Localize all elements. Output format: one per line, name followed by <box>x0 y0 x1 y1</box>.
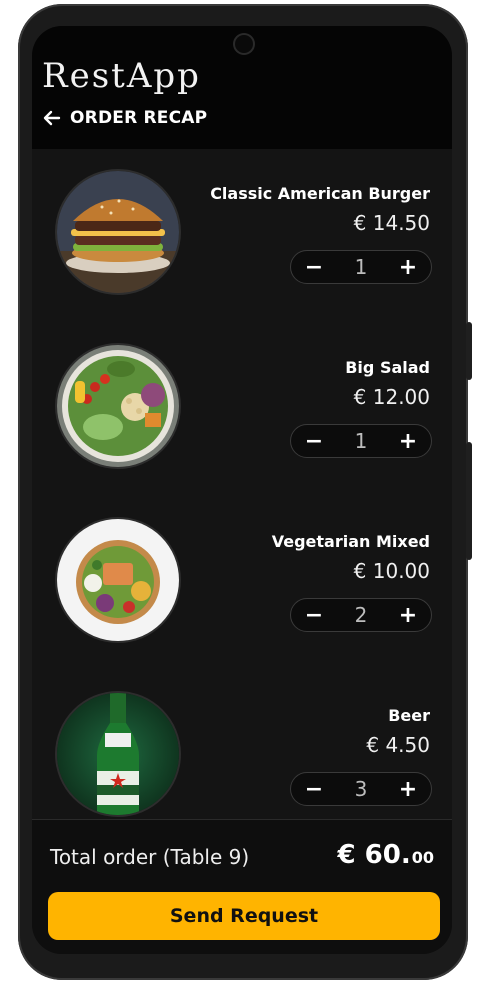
total-amount: € 60. 00 <box>338 840 434 870</box>
quantity-stepper: − 1 + <box>290 424 432 458</box>
item-price: € 12.00 <box>353 385 430 409</box>
order-list[interactable]: Classic American Burger € 14.50 − 1 + Bi… <box>32 149 452 819</box>
page-title: ORDER RECAP <box>70 108 208 128</box>
increase-button[interactable]: + <box>385 599 431 631</box>
order-footer: Total order (Table 9) € 60. 00 Send Requ… <box>32 819 452 954</box>
beer-bottle-image <box>57 693 179 815</box>
decrease-button[interactable]: − <box>291 251 337 283</box>
increase-button[interactable]: + <box>385 773 431 805</box>
item-price: € 4.50 <box>366 733 430 757</box>
order-item: Vegetarian Mixed € 10.00 − 2 + <box>32 497 452 657</box>
total-label: Total order (Table 9) <box>50 845 250 869</box>
quantity-value: 1 <box>354 429 368 453</box>
total-amount-cents: 00 <box>411 848 434 867</box>
order-item: Beer € 4.50 − 3 + <box>32 671 452 831</box>
volume-button <box>466 322 472 380</box>
salad-image <box>57 345 179 467</box>
total-amount-main: € 60. <box>337 840 411 870</box>
vegetarian-bowl-image <box>57 519 179 641</box>
item-name: Big Salad <box>345 358 430 377</box>
item-price: € 14.50 <box>353 211 430 235</box>
app-brand: RestApp <box>42 56 201 96</box>
item-name: Vegetarian Mixed <box>271 532 430 551</box>
back-nav[interactable]: ORDER RECAP <box>42 108 207 128</box>
decrease-button[interactable]: − <box>291 599 337 631</box>
power-button <box>466 442 472 560</box>
quantity-stepper: − 1 + <box>290 250 432 284</box>
send-request-button[interactable]: Send Request <box>48 892 440 940</box>
order-item: Big Salad € 12.00 − 1 + <box>32 323 452 483</box>
item-name: Beer <box>388 706 430 725</box>
quantity-value: 1 <box>354 255 368 279</box>
item-name: Classic American Burger <box>210 184 430 203</box>
app-header: RestApp ORDER RECAP <box>32 26 452 149</box>
item-price: € 10.00 <box>353 559 430 583</box>
quantity-value: 3 <box>354 777 368 801</box>
increase-button[interactable]: + <box>385 425 431 457</box>
quantity-stepper: − 2 + <box>290 598 432 632</box>
order-item: Classic American Burger € 14.50 − 1 + <box>32 149 452 309</box>
burger-image <box>57 171 179 293</box>
phone-screen: RestApp ORDER RECAP Classic American Bur… <box>32 26 452 954</box>
arrow-left-icon[interactable] <box>42 108 62 128</box>
decrease-button[interactable]: − <box>291 773 337 805</box>
quantity-value: 2 <box>354 603 368 627</box>
quantity-stepper: − 3 + <box>290 772 432 806</box>
decrease-button[interactable]: − <box>291 425 337 457</box>
increase-button[interactable]: + <box>385 251 431 283</box>
front-camera <box>235 35 253 53</box>
